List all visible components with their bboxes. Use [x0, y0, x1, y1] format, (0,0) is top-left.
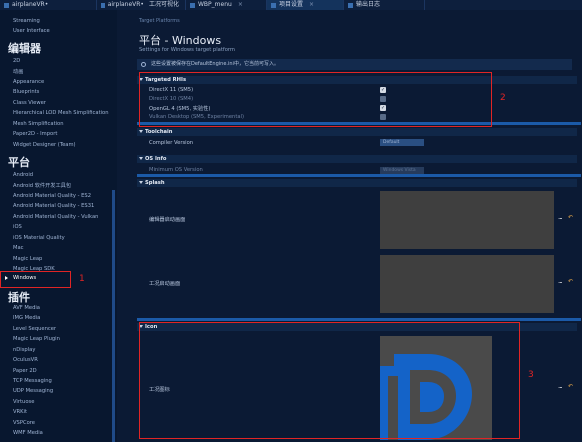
expand-arrow-icon	[139, 181, 143, 184]
sidebar-item-mac[interactable]: Mac	[13, 245, 24, 251]
breadcrumb: Target Platforms	[139, 18, 180, 24]
sidebar-item-oculusvr[interactable]: OculusVR	[13, 357, 38, 363]
sidebar-item-level-sequencer[interactable]: Level Sequencer	[13, 326, 56, 332]
info-icon	[141, 62, 146, 67]
sidebar-item-vspcore[interactable]: VSPCore	[13, 420, 35, 426]
settings-sidebar: Streaming User Interface 编辑器 2D 动画 Appea…	[0, 10, 117, 442]
widget-icon	[190, 2, 195, 8]
sidebar-item-2d[interactable]: 2D	[13, 58, 20, 64]
tab-wbp-menu[interactable]: WBP_menu ×	[186, 0, 267, 10]
sidebar-item-hlod-mesh[interactable]: Hierarchical LOD Mesh Simplification	[13, 110, 109, 116]
section-os-info[interactable]: OS Info	[137, 155, 577, 163]
sidebar-item-appearance[interactable]: Appearance	[13, 79, 44, 85]
editor-splash-browse-button[interactable]: ...	[558, 213, 563, 221]
annotation-box-windows	[0, 271, 71, 288]
sidebar-item-android-es31[interactable]: Android Material Quality - ES31	[13, 203, 94, 209]
sidebar-item-widget-designer[interactable]: Widget Designer (Team)	[13, 142, 76, 148]
sidebar-item-wmf-media[interactable]: WMF Media	[13, 430, 43, 436]
sidebar-item-android-sdk[interactable]: Android 软件开发工具包	[13, 182, 71, 189]
sidebar-item-android-es2[interactable]: Android Material Quality - ES2	[13, 193, 91, 199]
sidebar-item-avf-media[interactable]: AVF Media	[13, 305, 40, 311]
sidebar-item-ndisplay[interactable]: nDisplay	[13, 347, 35, 353]
sidebar-item-ios-material[interactable]: iOS Material Quality	[13, 235, 65, 241]
min-os-version-label: Minimum OS Version	[149, 167, 203, 173]
page-subtitle: Settings for Windows target platform	[139, 47, 235, 53]
sidebar-item-magic-leap[interactable]: Magic Leap	[13, 256, 42, 262]
tab-output-log[interactable]: 输出日志	[344, 0, 425, 10]
sidebar-item-animation[interactable]: 动画	[13, 68, 23, 75]
section-divider	[137, 318, 581, 321]
config-notice: 这些设置被保存在DefaultEngine.ini中，它当前可写入。	[137, 59, 572, 70]
sidebar-scrollbar[interactable]	[112, 190, 115, 442]
sidebar-item-android-vulkan[interactable]: Android Material Quality - Vulkan	[13, 214, 98, 220]
game-splash-browse-button[interactable]: ...	[558, 277, 563, 285]
sidebar-item-mesh-simplification[interactable]: Mesh Simplification	[13, 121, 64, 127]
section-toolchain[interactable]: Toolchain	[137, 128, 577, 136]
sidebar-item-streaming[interactable]: Streaming	[13, 18, 40, 24]
sidebar-item-virtuose[interactable]: Virtuose	[13, 399, 34, 405]
game-splash-label: 工况启动画面	[149, 281, 181, 287]
settings-icon	[271, 2, 276, 8]
sidebar-item-android[interactable]: Android	[13, 172, 33, 178]
sidebar-header-platform: 平台	[8, 156, 30, 169]
sidebar-item-class-viewer[interactable]: Class Viewer	[13, 100, 46, 106]
reset-icon[interactable]: ↶	[568, 383, 573, 390]
expand-arrow-icon	[139, 157, 143, 160]
expand-arrow-icon	[139, 130, 143, 133]
close-icon[interactable]: ×	[309, 0, 314, 10]
sidebar-item-ios[interactable]: iOS	[13, 224, 22, 230]
annotation-label-3: 3	[528, 370, 534, 380]
game-icon-browse-button[interactable]: ...	[558, 382, 563, 390]
sidebar-item-udp-messaging[interactable]: UDP Messaging	[13, 388, 53, 394]
section-divider	[137, 174, 581, 177]
tab-bar: airplaneVR• airplaneVR• 工况可视化 WBP_menu × 项…	[0, 0, 582, 10]
level-icon	[4, 2, 9, 8]
min-os-version-dropdown[interactable]: Windows Vista	[380, 167, 424, 174]
sidebar-item-blueprints[interactable]: Blueprints	[13, 89, 39, 95]
log-icon	[348, 2, 353, 8]
annotation-box-icon	[139, 322, 520, 439]
reset-icon[interactable]: ↶	[568, 214, 573, 221]
compiler-version-dropdown[interactable]: Default	[380, 139, 424, 146]
sidebar-item-paper2d[interactable]: Paper 2D	[13, 368, 37, 374]
tab-project-settings[interactable]: 项目设置 ×	[267, 0, 344, 10]
annotation-label-1: 1	[79, 274, 85, 284]
sidebar-item-paper2d-import[interactable]: Paper2D - Import	[13, 131, 57, 137]
sidebar-item-tcp-messaging[interactable]: TCP Messaging	[13, 378, 52, 384]
close-icon[interactable]: ×	[238, 0, 243, 10]
sidebar-item-magic-leap-plugin[interactable]: Magic Leap Plugin	[13, 336, 60, 342]
page-title: 平台 - Windows	[139, 34, 222, 47]
sidebar-header-plugins: 插件	[8, 291, 30, 304]
game-splash-image[interactable]	[380, 255, 554, 313]
level-icon	[101, 2, 105, 8]
annotation-label-2: 2	[500, 93, 506, 103]
sidebar-header-editor: 编辑器	[8, 42, 41, 55]
editor-splash-image[interactable]	[380, 191, 554, 249]
sidebar-item-vrkit[interactable]: VRKit	[13, 409, 27, 415]
tab-airplanevr-2[interactable]: airplaneVR• 工况可视化	[97, 0, 186, 10]
reset-icon[interactable]: ↶	[568, 278, 573, 285]
tab-airplanevr-1[interactable]: airplaneVR•	[0, 0, 97, 10]
section-splash[interactable]: Splash	[137, 179, 577, 187]
sidebar-item-user-interface[interactable]: User Interface	[13, 28, 50, 34]
compiler-version-label: Compiler Version	[149, 140, 194, 146]
annotation-box-rhis	[139, 72, 492, 127]
editor-splash-label: 编辑器启动画面	[149, 217, 186, 223]
sidebar-item-img-media[interactable]: IMG Media	[13, 315, 40, 321]
